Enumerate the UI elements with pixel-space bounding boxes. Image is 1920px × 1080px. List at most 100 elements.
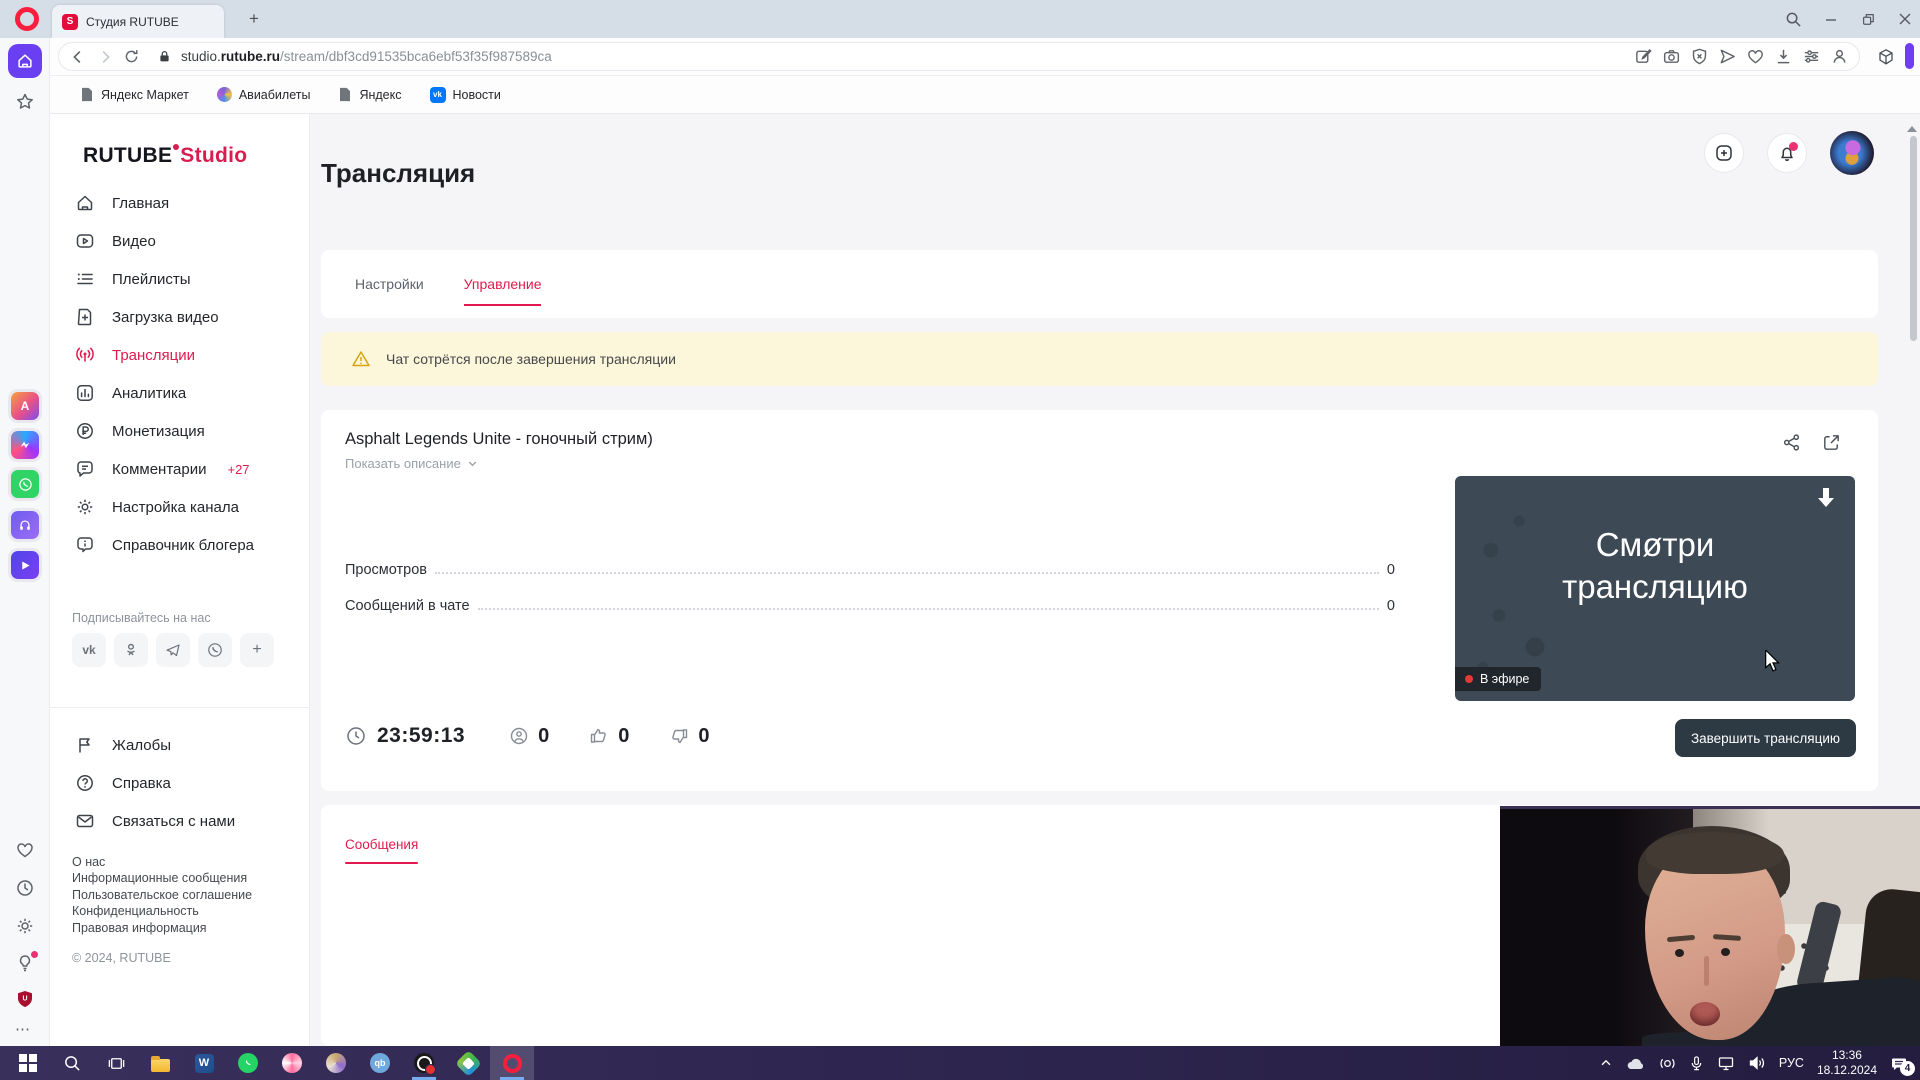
telegram-social-icon[interactable] (156, 633, 190, 667)
show-description-toggle[interactable]: Показать описание (345, 456, 478, 471)
bookmark-novosti[interactable]: vk Новости (429, 86, 501, 103)
start-button[interactable] (6, 1046, 50, 1080)
sidebar-toggle-pill[interactable] (1905, 43, 1914, 69)
network-display-icon[interactable] (1717, 1055, 1735, 1071)
lock-icon[interactable] (157, 49, 172, 64)
vk-social-icon[interactable]: vk (72, 633, 106, 667)
address-bar[interactable]: studio.rutube.ru/stream/dbf3cd91535bca6e… (58, 42, 1860, 71)
link-legal[interactable]: Правовая информация (72, 920, 252, 936)
restore-button[interactable] (1855, 8, 1881, 30)
nav-item-monetizaciya[interactable]: Монетизация (50, 412, 309, 450)
microphone-icon[interactable] (1689, 1055, 1704, 1072)
page-icon (80, 87, 94, 102)
action-center-icon[interactable]: 4 (1890, 1055, 1915, 1076)
bookmark-yandex-market[interactable]: Яндекс Маркет (80, 87, 189, 102)
play-app-icon[interactable] (11, 551, 39, 579)
edit-page-icon[interactable] (1634, 47, 1653, 66)
paint-app-icon[interactable] (314, 1046, 358, 1080)
link-agreement[interactable]: Пользовательское соглашение (72, 887, 252, 903)
link-info[interactable]: Информационные сообщения (72, 870, 252, 886)
link-privacy[interactable]: Конфиденциальность (72, 903, 252, 919)
profile-icon[interactable] (1830, 47, 1849, 66)
opera-logo-icon[interactable] (15, 7, 39, 31)
stream-preview[interactable]: Смøтри трансляцию В эфире (1455, 476, 1855, 701)
messenger-app-icon[interactable] (11, 431, 39, 459)
download-icon[interactable] (1774, 47, 1793, 66)
ublock-shield-icon[interactable]: U (15, 989, 35, 1009)
history-clock-icon[interactable] (15, 878, 35, 898)
bluestacks-icon[interactable] (446, 1046, 490, 1080)
more-ellipsis-icon[interactable]: ⋯ (15, 1020, 31, 1038)
nav-item-playlisty[interactable]: Плейлисты (50, 260, 309, 298)
whatsapp-taskbar-icon[interactable] (226, 1046, 270, 1080)
scrollbar-up-arrow[interactable] (1907, 121, 1917, 132)
nav-item-nastroika-kanala[interactable]: Настройка канала (50, 488, 309, 526)
link-o-nas[interactable]: О нас (72, 854, 252, 870)
nav-item-kommentarii[interactable]: Комментарии +27 (50, 450, 309, 488)
nav-item-svyazatsya[interactable]: Связаться с нами (50, 802, 309, 840)
browser-tab[interactable]: S Студия RUTUBE (52, 5, 224, 38)
adblock-shield-icon[interactable] (1690, 47, 1709, 66)
snapshot-camera-icon[interactable] (1662, 47, 1681, 66)
minimize-button[interactable] (1818, 8, 1844, 30)
volume-icon[interactable] (1748, 1055, 1766, 1071)
tray-chevron-icon[interactable] (1599, 1056, 1613, 1070)
bookmarks-star-icon[interactable] (15, 92, 35, 112)
qbittorrent-icon[interactable]: qb (358, 1046, 402, 1080)
forward-icon[interactable] (96, 48, 114, 66)
bookmark-aviabilety[interactable]: Авиабилеты (216, 87, 310, 102)
opera-taskbar-icon[interactable] (490, 1046, 534, 1080)
end-stream-button[interactable]: Завершить трансляцию (1675, 719, 1856, 757)
speed-dial-home-button[interactable] (8, 44, 42, 78)
rutube-studio-logo[interactable]: RUTUBE Studio (83, 144, 247, 168)
file-explorer-icon[interactable] (138, 1046, 182, 1080)
player-app-icon[interactable] (11, 511, 39, 539)
task-view-icon[interactable] (94, 1046, 138, 1080)
avatar[interactable] (1830, 131, 1874, 175)
create-button[interactable] (1704, 133, 1744, 173)
tab-soobshcheniya[interactable]: Сообщения (345, 837, 419, 864)
nav-item-zagruzka[interactable]: Загрузка видео (50, 298, 309, 336)
flow-send-icon[interactable] (1718, 47, 1737, 66)
nav-item-zhaloby[interactable]: Жалобы (50, 726, 309, 764)
back-icon[interactable] (69, 48, 87, 66)
tab-nastroiki[interactable]: Настройки (355, 276, 424, 292)
language-indicator[interactable]: РУС (1779, 1056, 1804, 1070)
bookmark-yandex[interactable]: Яндекс (338, 87, 402, 102)
scrollbar-thumb[interactable] (1910, 136, 1917, 341)
external-link-icon[interactable] (1821, 432, 1842, 453)
tips-bulb-icon[interactable] (15, 951, 38, 973)
more-socials-icon[interactable]: + (240, 633, 274, 667)
nav-item-spravka[interactable]: Справка (50, 764, 309, 802)
views-value: 0 (1386, 562, 1395, 578)
nav-item-spravochnik[interactable]: Справочник блогера (50, 526, 309, 564)
settings-gear-icon[interactable] (15, 916, 35, 936)
notifications-bell-button[interactable] (1767, 133, 1807, 173)
onedrive-cloud-icon[interactable] (1626, 1056, 1646, 1071)
favorites-heart-icon[interactable] (15, 840, 35, 860)
bookmark-heart-icon[interactable] (1746, 47, 1765, 66)
word-icon[interactable]: W (182, 1046, 226, 1080)
viber-social-icon[interactable] (198, 633, 232, 667)
reload-icon[interactable] (123, 48, 140, 65)
ok-social-icon[interactable] (114, 633, 148, 667)
taskbar-search-icon[interactable] (50, 1046, 94, 1080)
sidebar-setup-cube-icon[interactable] (1876, 47, 1896, 67)
pink-app-icon[interactable] (270, 1046, 314, 1080)
nav-item-translyacii[interactable]: Трансляции (50, 336, 309, 374)
url-text[interactable]: studio.rutube.ru/stream/dbf3cd91535bca6e… (181, 49, 552, 64)
aria-app-icon[interactable]: A (11, 392, 39, 420)
tab-upravlenie[interactable]: Управление (463, 276, 541, 306)
share-icon[interactable] (1781, 432, 1802, 453)
nav-item-glavnaya[interactable]: Главная (50, 184, 309, 222)
new-tab-button[interactable]: + (243, 8, 265, 30)
taskbar-clock[interactable]: 13:36 18.12.2024 (1817, 1048, 1877, 1078)
tune-sliders-icon[interactable] (1802, 47, 1821, 66)
obs-icon[interactable] (402, 1046, 446, 1080)
nav-item-video[interactable]: Видео (50, 222, 309, 260)
nav-item-analitika[interactable]: Аналитика (50, 374, 309, 412)
search-icon[interactable] (1780, 8, 1806, 30)
close-button[interactable] (1892, 8, 1918, 30)
whatsapp-app-icon[interactable] (11, 470, 39, 498)
tray-camera-icon[interactable] (1659, 1055, 1676, 1072)
